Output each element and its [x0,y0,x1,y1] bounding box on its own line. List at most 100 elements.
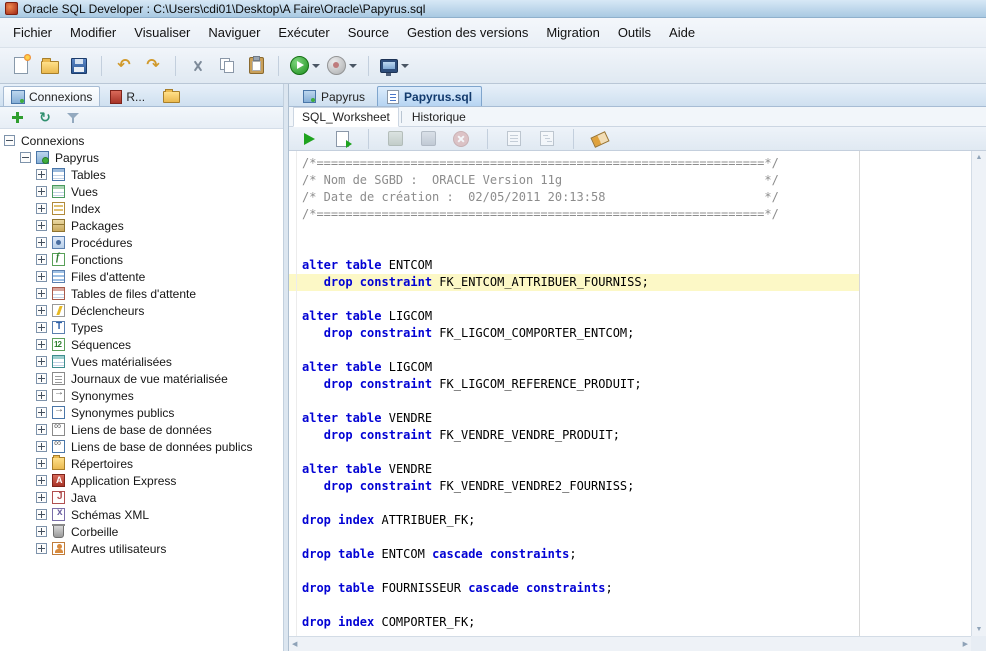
tree-item-liens-de-base-de-donnees-publics[interactable]: Liens de base de données publics [0,438,283,455]
subtab-historique[interactable]: Historique [404,108,474,126]
tree-item-tables[interactable]: Tables [0,166,283,183]
add-connection-button[interactable] [7,109,27,127]
tree-expander[interactable] [36,492,47,503]
debug-button[interactable] [325,54,359,78]
cut-button[interactable] [185,54,211,78]
tree-item-autres-utilisateurs[interactable]: Autres utilisateurs [0,540,283,557]
scroll-left-arrow[interactable]: ◀ [292,640,297,648]
paste-button[interactable] [243,54,269,78]
tree-item-files-d-attente[interactable]: Files d'attente [0,268,283,285]
sql-monitor-button[interactable] [378,54,411,78]
tree-expander[interactable] [36,543,47,554]
tree-expander[interactable] [36,220,47,231]
tree-item-fonctions[interactable]: Fonctions [0,251,283,268]
clear-button[interactable] [587,127,613,151]
filter-button[interactable] [63,109,83,127]
tree-expander[interactable] [36,526,47,537]
tree-item-procedures[interactable]: Procédures [0,234,283,251]
tree-expander[interactable] [20,152,31,163]
refresh-button[interactable] [35,109,55,127]
redo-button[interactable] [140,54,166,78]
run-dropdown-arrow[interactable] [312,64,320,68]
menu-outils[interactable]: Outils [609,22,660,43]
monitor-button[interactable] [501,127,527,151]
vertical-scrollbar[interactable]: ▲ ▼ [971,151,986,636]
run-statement-button[interactable] [296,127,322,151]
tree-item-corbeille[interactable]: Corbeille [0,523,283,540]
cancel-button[interactable] [448,127,474,151]
files-folder-icon[interactable] [163,91,180,103]
tree-expander[interactable] [36,373,47,384]
tree-item-java[interactable]: Java [0,489,283,506]
tree-item-packages[interactable]: Packages [0,217,283,234]
tree-expander[interactable] [36,254,47,265]
connections-icon [11,90,25,104]
tree-expander[interactable] [36,339,47,350]
menu-naviguer[interactable]: Naviguer [199,22,269,43]
tree-item-vues[interactable]: Vues [0,183,283,200]
sql-code-editor[interactable]: /*======================================… [289,151,986,651]
tree-expander[interactable] [36,322,47,333]
menu-visualiser[interactable]: Visualiser [125,22,199,43]
tree-item-repertoires[interactable]: Répertoires [0,455,283,472]
tree-item-sequences[interactable]: Séquences [0,336,283,353]
scroll-down-arrow[interactable]: ▼ [976,626,983,633]
tree-expander[interactable] [36,237,47,248]
explain-plan-button[interactable] [534,127,560,151]
tree-expander[interactable] [36,203,47,214]
tree-item-connexions[interactable]: Connexions [0,132,283,149]
menu-executer[interactable]: Exécuter [269,22,338,43]
panel-tab-connexions[interactable]: Connexions [3,86,100,106]
tree-expander[interactable] [36,458,47,469]
tree-item-vues-materialisees[interactable]: Vues matérialisées [0,353,283,370]
tree-item-index[interactable]: Index [0,200,283,217]
tree-item-synonymes[interactable]: Synonymes [0,387,283,404]
tree-item-tables-de-files-d-attente[interactable]: Tables de files d'attente [0,285,283,302]
undo-button[interactable] [111,54,137,78]
menu-gestion-des-versions[interactable]: Gestion des versions [398,22,537,43]
tree-expander[interactable] [36,169,47,180]
menu-modifier[interactable]: Modifier [61,22,125,43]
editor-tab-papyrus[interactable]: Papyrus [293,86,375,106]
tree-expander[interactable] [36,390,47,401]
tree-item-journaux-de-vue-materialisee[interactable]: Journaux de vue matérialisée [0,370,283,387]
tree-expander[interactable] [36,288,47,299]
menu-aide[interactable]: Aide [660,22,704,43]
tree-expander[interactable] [36,441,47,452]
debug-dropdown-arrow[interactable] [349,64,357,68]
menu-fichier[interactable]: Fichier [4,22,61,43]
run-button[interactable] [288,54,322,78]
tree-item-liens-de-base-de-donnees[interactable]: Liens de base de données [0,421,283,438]
tree-item-papyrus[interactable]: Papyrus [0,149,283,166]
scroll-right-arrow[interactable]: ▶ [963,640,968,648]
tree-expander[interactable] [36,407,47,418]
tree-item-synonymes-publics[interactable]: Synonymes publics [0,404,283,421]
tree-item-schemas-xml[interactable]: Schémas XML [0,506,283,523]
save-button[interactable] [66,54,92,78]
open-folder-button[interactable] [37,54,63,78]
sql-monitor-dropdown-arrow[interactable] [401,64,409,68]
tree-expander[interactable] [36,305,47,316]
tree-expander[interactable] [36,424,47,435]
run-script-button[interactable] [329,127,355,151]
tree-expander[interactable] [36,186,47,197]
copy-button[interactable] [214,54,240,78]
tree-expander[interactable] [36,509,47,520]
tree-item-types[interactable]: Types [0,319,283,336]
menu-source[interactable]: Source [339,22,398,43]
tree-expander[interactable] [36,271,47,282]
tree-item-declencheurs[interactable]: Déclencheurs [0,302,283,319]
scroll-up-arrow[interactable]: ▲ [976,154,983,161]
menu-migration[interactable]: Migration [537,22,608,43]
editor-tab-papyrus-sql[interactable]: Papyrus.sql [377,86,482,106]
tree-expander[interactable] [36,475,47,486]
panel-tab-r[interactable]: R... [102,86,153,106]
subtab-sql-worksheet[interactable]: SQL_Worksheet [293,107,399,127]
tree-item-application-express[interactable]: Application Express [0,472,283,489]
rollback-button[interactable] [415,127,441,151]
new-file-button[interactable] [8,54,34,78]
tree-expander[interactable] [4,135,15,146]
commit-button[interactable] [382,127,408,151]
tree-expander[interactable] [36,356,47,367]
horizontal-scrollbar[interactable]: ◀ ▶ [289,636,971,651]
